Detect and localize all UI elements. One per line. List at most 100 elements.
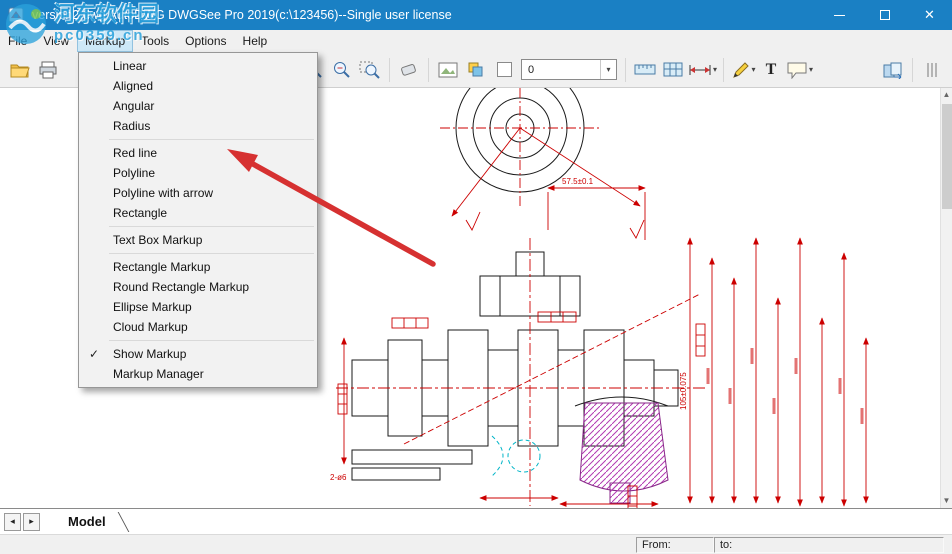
vertical-scrollbar[interactable]: ▲ ▼ (940, 88, 952, 508)
insert-image-button[interactable] (435, 56, 461, 84)
status-to-field: to: (714, 536, 944, 553)
color-swatch-button[interactable] (491, 56, 517, 84)
menu-item-polyline-with-arrow[interactable]: Polyline with arrow (79, 183, 317, 203)
text-tool-icon: T (765, 60, 777, 78)
menu-item-text-box-markup[interactable]: Text Box Markup (79, 230, 317, 250)
statusbar: From: to: (0, 534, 952, 554)
scroll-up-button[interactable]: ▲ (941, 88, 952, 102)
layers-button[interactable] (463, 56, 489, 84)
app-window: version2.dwg AutoDWG DWGSee Pro 2019(c:\… (0, 0, 952, 554)
zoom-out-button[interactable] (329, 56, 355, 84)
open-file-button[interactable] (7, 56, 33, 84)
layout-tabbar: ◂ ▸ Model (0, 508, 952, 534)
comment-button[interactable]: ▾ (786, 56, 813, 84)
window-title: version2.dwg AutoDWG DWGSee Pro 2019(c:\… (32, 8, 452, 22)
lines-icon (927, 62, 937, 77)
menu-item-aligned[interactable]: Aligned (79, 76, 317, 96)
text-markup-button[interactable]: T (758, 56, 784, 84)
menu-item-show-markup-label: Show Markup (113, 347, 187, 361)
markup-menu-dropdown: Linear Aligned Angular Radius Red line P… (78, 52, 318, 388)
scrollbar-thumb[interactable] (942, 104, 952, 209)
window-controls: ✕ (817, 0, 952, 30)
minimize-icon (834, 14, 845, 16)
menu-item-radius[interactable]: Radius (79, 116, 317, 136)
tab-edge (108, 511, 129, 532)
checkmark-icon: ✓ (89, 347, 100, 361)
menu-item-show-markup[interactable]: ✓ Show Markup (79, 344, 317, 364)
toolbar-separator (389, 57, 390, 82)
menu-separator (109, 253, 314, 254)
measure-distance-button[interactable] (632, 56, 658, 84)
toolbar-separator (625, 57, 626, 82)
chevron-down-icon[interactable]: ▾ (752, 65, 756, 74)
toolbar-separator (912, 57, 913, 82)
dim-label-right: 105±0.075 (679, 372, 688, 410)
menu-item-red-line[interactable]: Red line (79, 143, 317, 163)
publish-button[interactable] (880, 56, 906, 84)
titlebar: version2.dwg AutoDWG DWGSee Pro 2019(c:\… (0, 0, 952, 30)
menu-markup[interactable]: Markup (77, 30, 134, 52)
dim-label-bottom-left: 2-ø6 (330, 473, 347, 482)
dimension-arrow-icon (689, 64, 711, 75)
layers-icon (468, 62, 483, 76)
menu-separator (109, 340, 314, 341)
zoom-out-icon (334, 61, 350, 78)
maximize-icon (879, 10, 890, 20)
menu-item-round-rectangle-markup[interactable]: Round Rectangle Markup (79, 277, 317, 297)
menu-item-cloud-markup[interactable]: Cloud Markup (79, 317, 317, 337)
measure-area-button[interactable] (660, 56, 686, 84)
chevron-down-icon: ▾ (600, 60, 616, 79)
menu-file[interactable]: File (0, 30, 35, 52)
menu-help[interactable]: Help (235, 30, 276, 52)
tab-model[interactable]: Model (68, 514, 106, 529)
menu-separator (109, 226, 314, 227)
status-from-field: From: (636, 536, 714, 553)
menu-separator (109, 139, 314, 140)
menu-options[interactable]: Options (177, 30, 234, 52)
transfer-pages-icon (883, 62, 902, 79)
scroll-down-button[interactable]: ▼ (941, 494, 952, 508)
layer-select-value: 0 (528, 63, 535, 76)
menu-tools[interactable]: Tools (133, 30, 177, 52)
ruler-icon (634, 64, 656, 74)
menu-item-angular[interactable]: Angular (79, 96, 317, 116)
eraser-icon (401, 63, 416, 76)
cad-hatched-section (579, 402, 669, 504)
eraser-button[interactable] (396, 56, 422, 84)
close-button[interactable]: ✕ (907, 0, 952, 30)
menu-item-linear[interactable]: Linear (79, 56, 317, 76)
area-grid-icon (663, 62, 683, 76)
print-button[interactable] (35, 56, 61, 84)
image-icon (438, 62, 458, 77)
printer-icon (39, 61, 57, 78)
pen-markup-button[interactable]: ▾ (730, 56, 756, 84)
open-folder-icon (10, 64, 30, 78)
cad-cyan-curves (491, 435, 541, 477)
status-from-label: From: (642, 538, 671, 551)
pen-icon (732, 61, 749, 78)
menu-item-rectangle[interactable]: Rectangle (79, 203, 317, 223)
maximize-button[interactable] (862, 0, 907, 30)
zoom-window-icon (359, 61, 380, 79)
dim-label-top: 57.5±0.1 (562, 177, 594, 186)
toolbar-separator (428, 57, 429, 82)
status-to-label: to: (720, 538, 733, 551)
layer-select[interactable]: 0 ▾ (521, 59, 617, 80)
menu-item-polyline[interactable]: Polyline (79, 163, 317, 183)
menu-item-markup-manager[interactable]: Markup Manager (79, 364, 317, 384)
chevron-down-icon[interactable]: ▾ (713, 65, 717, 74)
speech-bubble-icon (787, 62, 807, 79)
tab-prev-button[interactable]: ◂ (4, 512, 21, 531)
menu-item-ellipse-markup[interactable]: Ellipse Markup (79, 297, 317, 317)
tab-next-button[interactable]: ▸ (23, 512, 40, 531)
chevron-down-icon[interactable]: ▾ (809, 65, 813, 74)
color-swatch (496, 62, 512, 77)
panel-toggle-button[interactable] (919, 56, 945, 84)
dimension-button[interactable]: ▾ (688, 56, 717, 84)
menubar: File View Markup Tools Options Help (0, 30, 952, 52)
minimize-button[interactable] (817, 0, 862, 30)
zoom-window-button[interactable] (357, 56, 383, 84)
menu-view[interactable]: View (35, 30, 77, 52)
toolbar-separator (723, 57, 725, 82)
menu-item-rectangle-markup[interactable]: Rectangle Markup (79, 257, 317, 277)
